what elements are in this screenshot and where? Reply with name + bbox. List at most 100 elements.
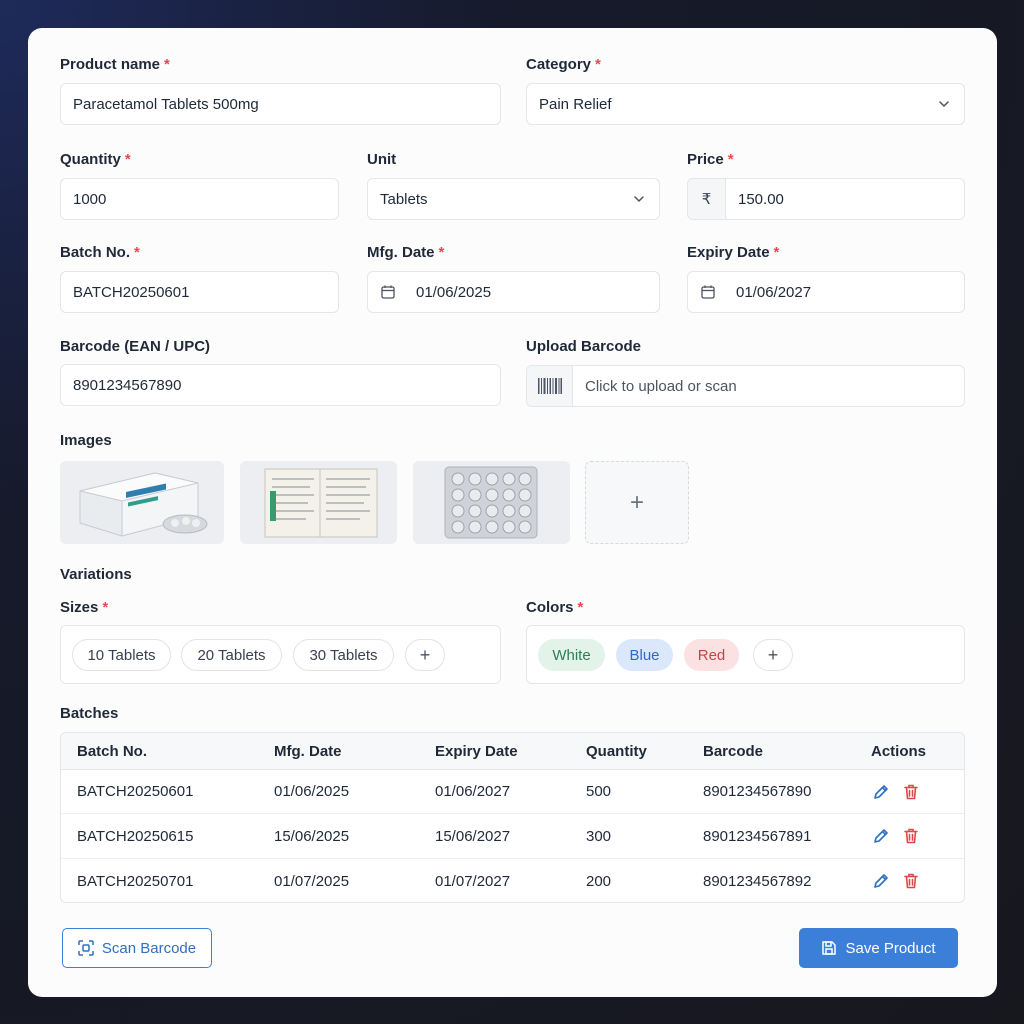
add-image-button[interactable]: + — [585, 461, 689, 544]
quantity-value: 1000 — [73, 190, 107, 208]
table-row: BATCH20250601 01/06/2025 01/06/2027 500 8901… — [61, 770, 964, 814]
upload-barcode-dropzone[interactable]: Click to upload or scan — [526, 365, 965, 407]
table-row: BATCH20250615 15/06/2025 15/06/2027 300 8901… — [61, 815, 964, 859]
product-form-card: Product name * Paracetamol Tablets 500mg … — [28, 28, 997, 997]
column-header: Quantity — [586, 742, 647, 760]
add-color-button[interactable]: + — [753, 639, 793, 671]
row-actions — [872, 815, 920, 858]
row-actions — [872, 770, 920, 813]
save-icon — [822, 941, 837, 955]
add-size-button[interactable]: + — [405, 639, 445, 671]
table-row: BATCH20250701 01/07/2025 01/07/2027 200 8901… — [61, 859, 964, 902]
product-name-input[interactable]: Paracetamol Tablets 500mg — [60, 83, 501, 125]
batch-no-input[interactable]: BATCH20250601 — [60, 271, 339, 313]
plus-icon: + — [629, 488, 644, 516]
product-image-blister[interactable] — [413, 461, 570, 544]
quantity-input[interactable]: 1000 — [60, 178, 339, 220]
size-chip[interactable]: 20 Tablets — [181, 639, 282, 671]
batches-table: Batch No. Mfg. Date Expiry Date Quantity… — [60, 732, 965, 903]
category-label: Category * — [526, 56, 601, 73]
save-product-button[interactable]: Save Product — [799, 928, 958, 968]
edit-icon[interactable] — [872, 827, 890, 845]
chevron-down-icon — [939, 101, 949, 107]
barcode-value: 8901234567890 — [73, 376, 182, 394]
barcode-label: Barcode (EAN / UPC) — [60, 338, 211, 355]
delete-icon[interactable] — [902, 872, 920, 890]
product-name-label: Product name * — [60, 56, 170, 73]
color-chip-blue[interactable]: Blue — [616, 639, 673, 671]
product-image-leaflet[interactable] — [240, 461, 397, 544]
mfg-date-value: 01/06/2025 — [416, 283, 492, 301]
table-cell: BATCH20250601 — [77, 783, 194, 800]
barcode-icon — [527, 366, 573, 406]
mfg-date-input[interactable]: 01/06/2025 — [367, 271, 660, 313]
scan-icon — [78, 940, 94, 956]
upload-barcode-label: Upload Barcode — [526, 338, 642, 355]
size-chip[interactable]: 30 Tablets — [293, 639, 394, 671]
edit-icon[interactable] — [872, 783, 890, 801]
table-cell: 01/06/2025 — [274, 783, 350, 800]
table-cell: BATCH20250615 — [77, 827, 194, 845]
upload-barcode-placeholder: Click to upload or scan — [585, 377, 737, 395]
batches-title: Batches — [60, 705, 119, 722]
medicine-box-image — [79, 472, 208, 537]
column-header: Mfg. Date — [274, 742, 342, 760]
delete-icon[interactable] — [902, 827, 920, 845]
batch-no-value: BATCH20250601 — [73, 283, 190, 301]
calendar-icon — [701, 285, 715, 299]
delete-icon[interactable] — [902, 783, 920, 801]
table-cell: 8901234567890 — [703, 783, 812, 800]
size-chip[interactable]: 10 Tablets — [72, 639, 171, 671]
price-input[interactable]: ₹ 150.00 — [687, 178, 965, 220]
quantity-label: Quantity * — [60, 151, 131, 168]
category-value: Pain Relief — [539, 95, 612, 113]
price-label: Price * — [687, 151, 734, 168]
calendar-icon — [381, 285, 395, 299]
expiry-date-label: Expiry Date * — [687, 244, 780, 261]
unit-value: Tablets — [380, 190, 428, 208]
chevron-down-icon — [634, 196, 644, 202]
scan-barcode-button[interactable]: Scan Barcode — [62, 928, 212, 968]
images-title: Images — [60, 432, 112, 449]
color-chip-red[interactable]: Red — [684, 639, 739, 671]
colors-label: Colors * — [526, 599, 584, 616]
column-header: Expiry Date — [435, 742, 518, 760]
unit-label: Unit — [367, 151, 397, 168]
column-header: Actions — [871, 742, 927, 760]
table-cell: 01/06/2027 — [435, 783, 511, 800]
table-cell: 500 — [586, 783, 612, 800]
unit-select[interactable]: Tablets — [367, 178, 660, 220]
row-actions — [872, 859, 920, 902]
product-name-value: Paracetamol Tablets 500mg — [73, 95, 259, 113]
category-select[interactable]: Pain Relief — [526, 83, 965, 125]
mfg-date-label: Mfg. Date * — [367, 244, 445, 261]
table-header: Batch No. Mfg. Date Expiry Date Quantity… — [61, 733, 964, 770]
sizes-field: 10 Tablets 20 Tablets 30 Tablets + — [60, 625, 501, 684]
barcode-input[interactable]: 8901234567890 — [60, 364, 501, 406]
colors-field: White Blue Red + — [526, 625, 965, 684]
expiry-date-value: 01/06/2027 — [736, 283, 812, 301]
scan-barcode-label: Scan Barcode — [101, 939, 197, 957]
price-value: 150.00 — [738, 190, 784, 208]
column-header: Barcode — [703, 742, 764, 760]
edit-icon[interactable] — [872, 872, 890, 890]
table-cell: BATCH20250701 — [77, 872, 194, 890]
table-cell: 8901234567892 — [703, 872, 812, 890]
table-cell: 300 — [586, 827, 612, 845]
table-cell: 8901234567891 — [703, 827, 812, 845]
table-cell: 01/07/2027 — [435, 872, 511, 890]
save-product-label: Save Product — [845, 939, 936, 957]
leaflet-image — [264, 468, 378, 538]
column-header: Batch No. — [77, 742, 148, 760]
batch-no-label: Batch No. * — [60, 244, 140, 261]
table-cell: 15/06/2025 — [274, 827, 350, 845]
product-image-box[interactable] — [60, 461, 224, 544]
color-chip-white[interactable]: White — [538, 639, 605, 671]
table-cell: 200 — [586, 872, 612, 890]
table-cell: 01/07/2025 — [274, 872, 350, 890]
variations-title: Variations — [60, 566, 132, 583]
table-cell: 15/06/2027 — [435, 827, 511, 845]
blister-pack-image — [444, 466, 538, 539]
sizes-label: Sizes * — [60, 599, 109, 616]
expiry-date-input[interactable]: 01/06/2027 — [687, 271, 965, 313]
